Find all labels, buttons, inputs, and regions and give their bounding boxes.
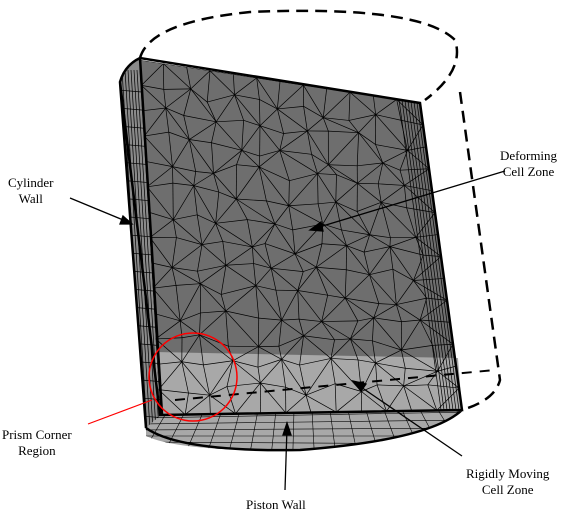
cylinder-wall-label: Cylinder Wall: [8, 175, 54, 206]
rigid-zone-label: Rigidly Moving Cell Zone: [466, 466, 550, 497]
deforming-zone-label: Deforming Cell Zone: [500, 148, 558, 179]
rigid-zone-face: [155, 352, 462, 415]
mesh-line: [455, 410, 462, 451]
prism-corner-label: Prism Corner Region: [2, 427, 72, 458]
prism-corner-leader: [87, 399, 153, 425]
piston-wall-label: Piston Wall: [246, 497, 306, 512]
diagram-canvas: [69, 9, 506, 491]
cylinder-wall-arrow: [69, 197, 129, 223]
cylinder-outline-right: [458, 91, 502, 412]
cylinder-mesh-diagram: Cylinder Wall Deforming Cell Zone Prism …: [0, 0, 575, 525]
